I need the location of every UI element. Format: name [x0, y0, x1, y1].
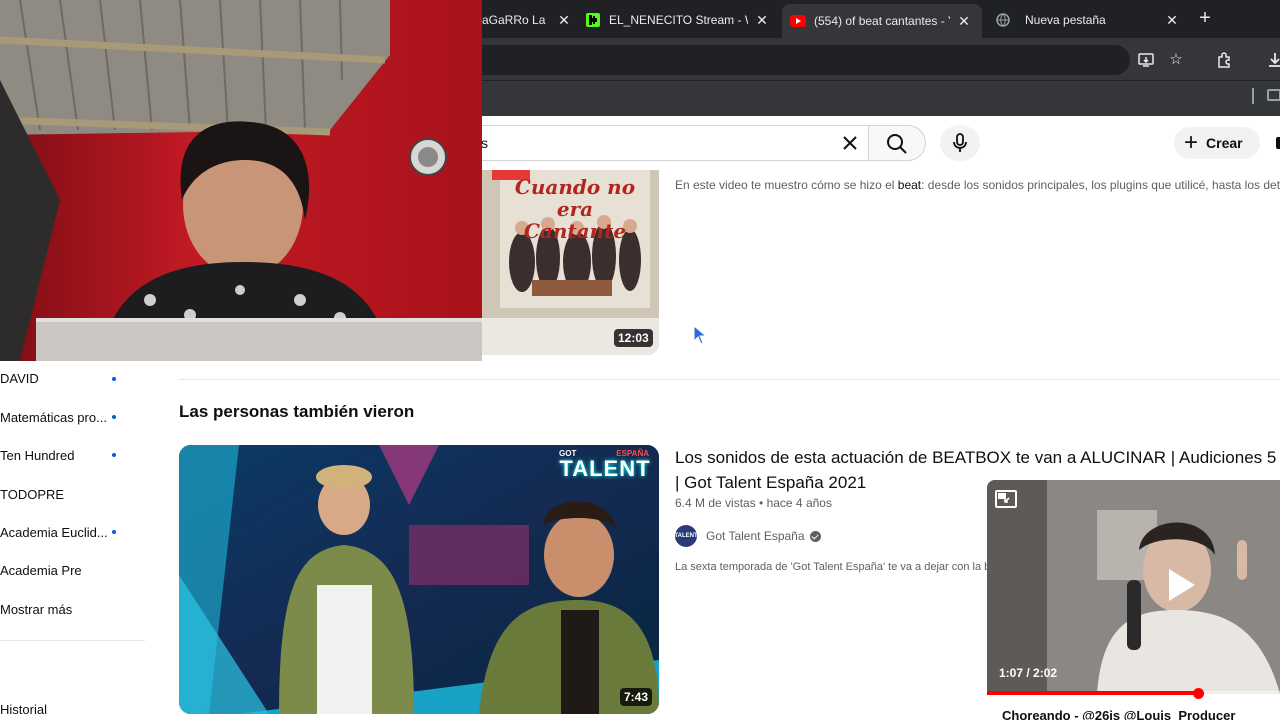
webcam-overlay — [0, 0, 482, 361]
notifications-icon[interactable] — [1276, 137, 1280, 149]
new-content-dot — [112, 377, 116, 381]
progress-fill — [987, 691, 1198, 695]
sidebar-show-more[interactable]: Mostrar más — [0, 602, 72, 622]
kick-icon — [585, 12, 601, 28]
got-talent-logo: GOT TALENT ESPAÑA — [555, 449, 655, 480]
description-highlight: beat — [897, 178, 922, 192]
tab-title: (554) of beat cantantes - Y — [814, 14, 950, 28]
globe-icon — [995, 12, 1011, 28]
search-button[interactable] — [868, 125, 926, 161]
channel-avatar[interactable]: TALENT — [674, 525, 698, 547]
sidebar-item-history[interactable]: Historial — [0, 702, 47, 720]
description-text: : desde los sonidos principales, los plu… — [921, 178, 1280, 192]
new-tab-plus-icon[interactable]: + — [1196, 8, 1214, 28]
sidebar-divider — [0, 640, 145, 641]
thumbnail-overlay-title: Cuando no era Cantante — [514, 175, 636, 243]
mini-player-title[interactable]: Choreando - @26js @Louis_Producer — [1002, 708, 1235, 720]
show-more-label: Mostrar más — [0, 602, 73, 617]
tab-el-nenecito[interactable]: EL_NENECITO Stream - Wa ✕ — [585, 6, 770, 34]
sidebar-subscription-item[interactable]: Ten Hundred — [0, 448, 74, 468]
subscription-label: Matemáticas pro... — [0, 410, 107, 425]
close-icon[interactable]: ✕ — [956, 13, 972, 29]
folder-icon[interactable] — [1267, 89, 1280, 101]
video-description: La sexta temporada de 'Got Talent España… — [675, 561, 987, 573]
upload-age: hace 4 años — [766, 496, 832, 510]
webcam-image — [0, 0, 482, 361]
sidebar-subscription-item[interactable]: DAVID — [0, 371, 39, 391]
create-label: Crear — [1206, 135, 1243, 151]
video-frame — [987, 480, 1280, 694]
description-text: En este video te muestro cómo se hizo el — [675, 178, 898, 192]
new-content-dot — [112, 415, 116, 419]
close-icon[interactable]: ✕ — [556, 12, 572, 28]
new-content-dot — [112, 530, 116, 534]
thumbnail-image — [179, 445, 659, 714]
extensions-icon[interactable] — [1216, 51, 1234, 69]
sidebar-subscription-item[interactable]: Academia Pre — [0, 563, 82, 583]
subscription-label: Ten Hundred — [0, 448, 75, 463]
history-label: Historial — [0, 702, 47, 717]
logo-sub-text: ESPAÑA — [616, 449, 649, 458]
youtube-icon — [790, 13, 806, 29]
sidebar-subscription-item[interactable]: TODOPRE — [0, 487, 64, 507]
verified-check-icon — [809, 530, 821, 542]
logo-main-text: TALENT — [559, 456, 651, 481]
mini-player-video[interactable] — [987, 480, 1280, 694]
video-description: En este video te muestro cómo se hizo el… — [675, 178, 1280, 192]
video-duration: 12:03 — [614, 329, 653, 347]
playback-time: 1:07 / 2:02 — [999, 666, 1058, 680]
tab-agarro[interactable]: aGaRRo La ✕ — [482, 6, 572, 34]
video-metadata: 6.4 M de vistas • hace 4 años — [675, 496, 832, 510]
subscription-label: Academia Pre — [0, 563, 82, 578]
subscription-label: Academia Euclid... — [0, 525, 108, 540]
tab-title: aGaRRo La — [482, 13, 546, 27]
tab-title: EL_NENECITO Stream - Wa — [609, 13, 748, 27]
video-thumbnail[interactable]: GOT TALENT ESPAÑA 7:43 — [179, 445, 659, 714]
voice-search-button[interactable] — [940, 125, 980, 161]
mouse-cursor-icon — [693, 324, 708, 345]
close-icon[interactable] — [838, 131, 862, 155]
tab-title: Nueva pestaña — [1025, 13, 1106, 27]
view-count: 6.4 M de vistas — [675, 496, 756, 510]
screen: aGaRRo La ✕ EL_NENECITO Stream - Wa ✕ (5… — [0, 0, 1280, 720]
channel-name[interactable]: Got Talent España — [706, 529, 805, 543]
close-icon[interactable]: ✕ — [754, 12, 770, 28]
expand-icon[interactable] — [995, 490, 1017, 508]
video-thumbnail[interactable]: Cuando no era Cantante 12:03 — [482, 170, 659, 355]
section-divider — [179, 379, 1280, 380]
sidebar-subscription-item[interactable]: Academia Euclid... — [0, 525, 108, 545]
bookmarks-separator — [1252, 88, 1254, 104]
channel-info[interactable]: TALENT Got Talent España — [674, 524, 821, 548]
download-icon[interactable] — [1266, 51, 1280, 69]
subscription-label: DAVID — [0, 371, 39, 386]
tab-new-tab[interactable]: Nueva pestaña ✕ — [995, 6, 1180, 34]
create-button[interactable]: + Crear — [1174, 127, 1260, 159]
search-query: s — [481, 135, 488, 151]
tab-youtube-active[interactable]: (554) of beat cantantes - Y ✕ — [782, 4, 982, 38]
microphone-icon — [953, 133, 967, 152]
progress-scrubber[interactable] — [1192, 688, 1204, 699]
search-icon — [887, 134, 907, 154]
new-content-dot — [112, 453, 116, 457]
play-icon[interactable] — [1160, 565, 1200, 605]
bookmark-star-icon[interactable]: ☆ — [1167, 51, 1185, 69]
video-duration: 7:43 — [620, 688, 653, 706]
plus-icon: + — [1184, 129, 1199, 156]
sidebar-subscription-item[interactable]: Matemáticas pro... — [0, 410, 107, 430]
close-icon[interactable]: ✕ — [1164, 12, 1180, 28]
subscription-label: TODOPRE — [0, 487, 65, 502]
install-app-icon[interactable] — [1137, 51, 1155, 69]
section-title: Las personas también vieron — [179, 402, 415, 421]
